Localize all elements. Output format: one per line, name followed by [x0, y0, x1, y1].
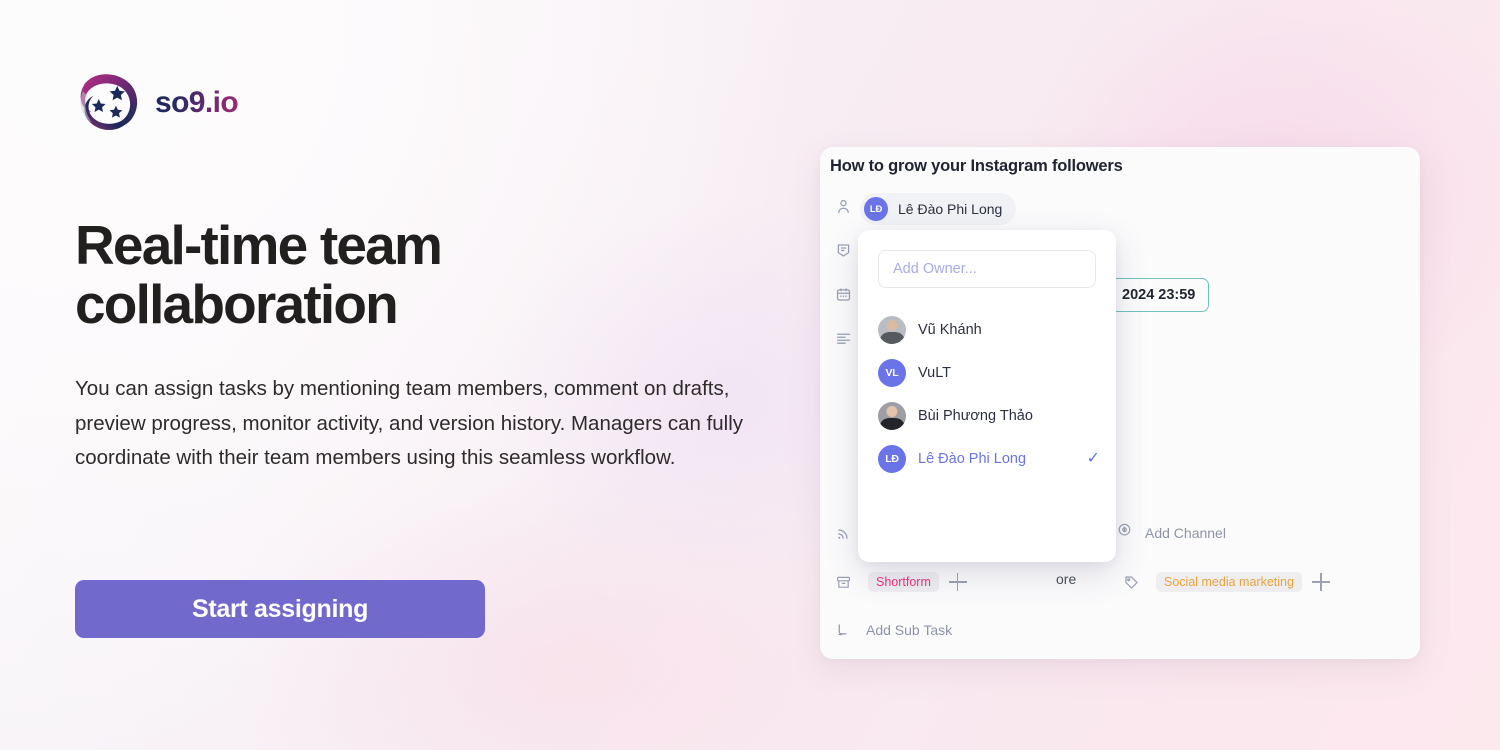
add-channel-row[interactable]: Add Channel [1116, 522, 1226, 544]
task-title: How to grow your Instagram followers [830, 157, 1123, 175]
add-channel-label: Add Channel [1145, 525, 1226, 541]
add-owner-input[interactable] [878, 250, 1096, 288]
add-sub-task-label: Add Sub Task [866, 622, 953, 638]
owner-row[interactable]: LĐ Lê Đào Phi Long [860, 193, 1017, 225]
avatar: VL [878, 358, 906, 387]
owner-option-label: Lê Đào Phi Long [918, 450, 1027, 467]
social-media-marketing-tag[interactable]: Social media marketing [1156, 572, 1302, 592]
owner-name: Lê Đào Phi Long [898, 201, 1003, 217]
add-tag-button[interactable] [1311, 573, 1330, 591]
person-icon[interactable] [828, 191, 858, 221]
archive-icon[interactable] [828, 567, 858, 597]
hero-description: You can assign tasks by mentioning team … [75, 377, 744, 469]
avatar-photo [878, 401, 906, 430]
tag-icon[interactable] [1116, 567, 1146, 597]
add-sub-task-row[interactable]: Add Sub Task [828, 615, 952, 645]
owner-chip[interactable]: LĐ Lê Đào Phi Long [860, 193, 1017, 225]
rss-icon[interactable] [828, 518, 858, 548]
start-assigning-button[interactable]: Start assigning [75, 580, 485, 638]
subtask-icon [828, 615, 858, 645]
owner-option[interactable]: Bùi Phương Thảo [858, 394, 1116, 437]
avatar: LĐ [864, 197, 888, 221]
due-date-field[interactable]: 2024 23:59 [1108, 278, 1210, 312]
content-type-row: Shortform [828, 567, 967, 597]
tags-row: Social media marketing [1116, 567, 1330, 597]
owner-dropdown-popup: Vũ Khánh VL VuLT Bùi Phương Thảo LĐ Lê Đào Ph… [858, 230, 1116, 562]
owner-option-label: VuLT [918, 364, 952, 381]
owner-option[interactable]: VL VuLT [858, 351, 1116, 394]
badge-icon[interactable] [828, 235, 858, 265]
channel-icon [1116, 522, 1133, 544]
avatar: LĐ [878, 444, 906, 473]
more-text-fragment: ore [1056, 571, 1077, 587]
brand-name: so9.io [155, 86, 239, 119]
shortform-tag[interactable]: Shortform [868, 572, 939, 592]
align-left-icon[interactable] [828, 323, 858, 353]
calendar-icon[interactable] [828, 279, 858, 309]
avatar-photo [878, 315, 906, 344]
add-content-type-button[interactable] [948, 573, 967, 591]
brand-logo[interactable]: so9.io [75, 68, 239, 138]
owner-option[interactable]: LĐ Lê Đào Phi Long ✓ [858, 437, 1116, 480]
task-icon-rail [828, 191, 862, 353]
hero-section: so9.io Real-time team collaboration You … [75, 0, 775, 750]
so9-swirl-stars-logo-icon [80, 74, 138, 131]
owner-option-label: Vũ Khánh [918, 321, 982, 338]
owner-options-list: Vũ Khánh VL VuLT Bùi Phương Thảo LĐ Lê Đào Ph… [858, 308, 1116, 480]
page-title: Real-time team collaboration [75, 214, 443, 335]
owner-option[interactable]: Vũ Khánh [858, 308, 1116, 351]
owner-option-label: Bùi Phương Thảo [918, 407, 1033, 424]
check-icon: ✓ [1086, 449, 1100, 467]
